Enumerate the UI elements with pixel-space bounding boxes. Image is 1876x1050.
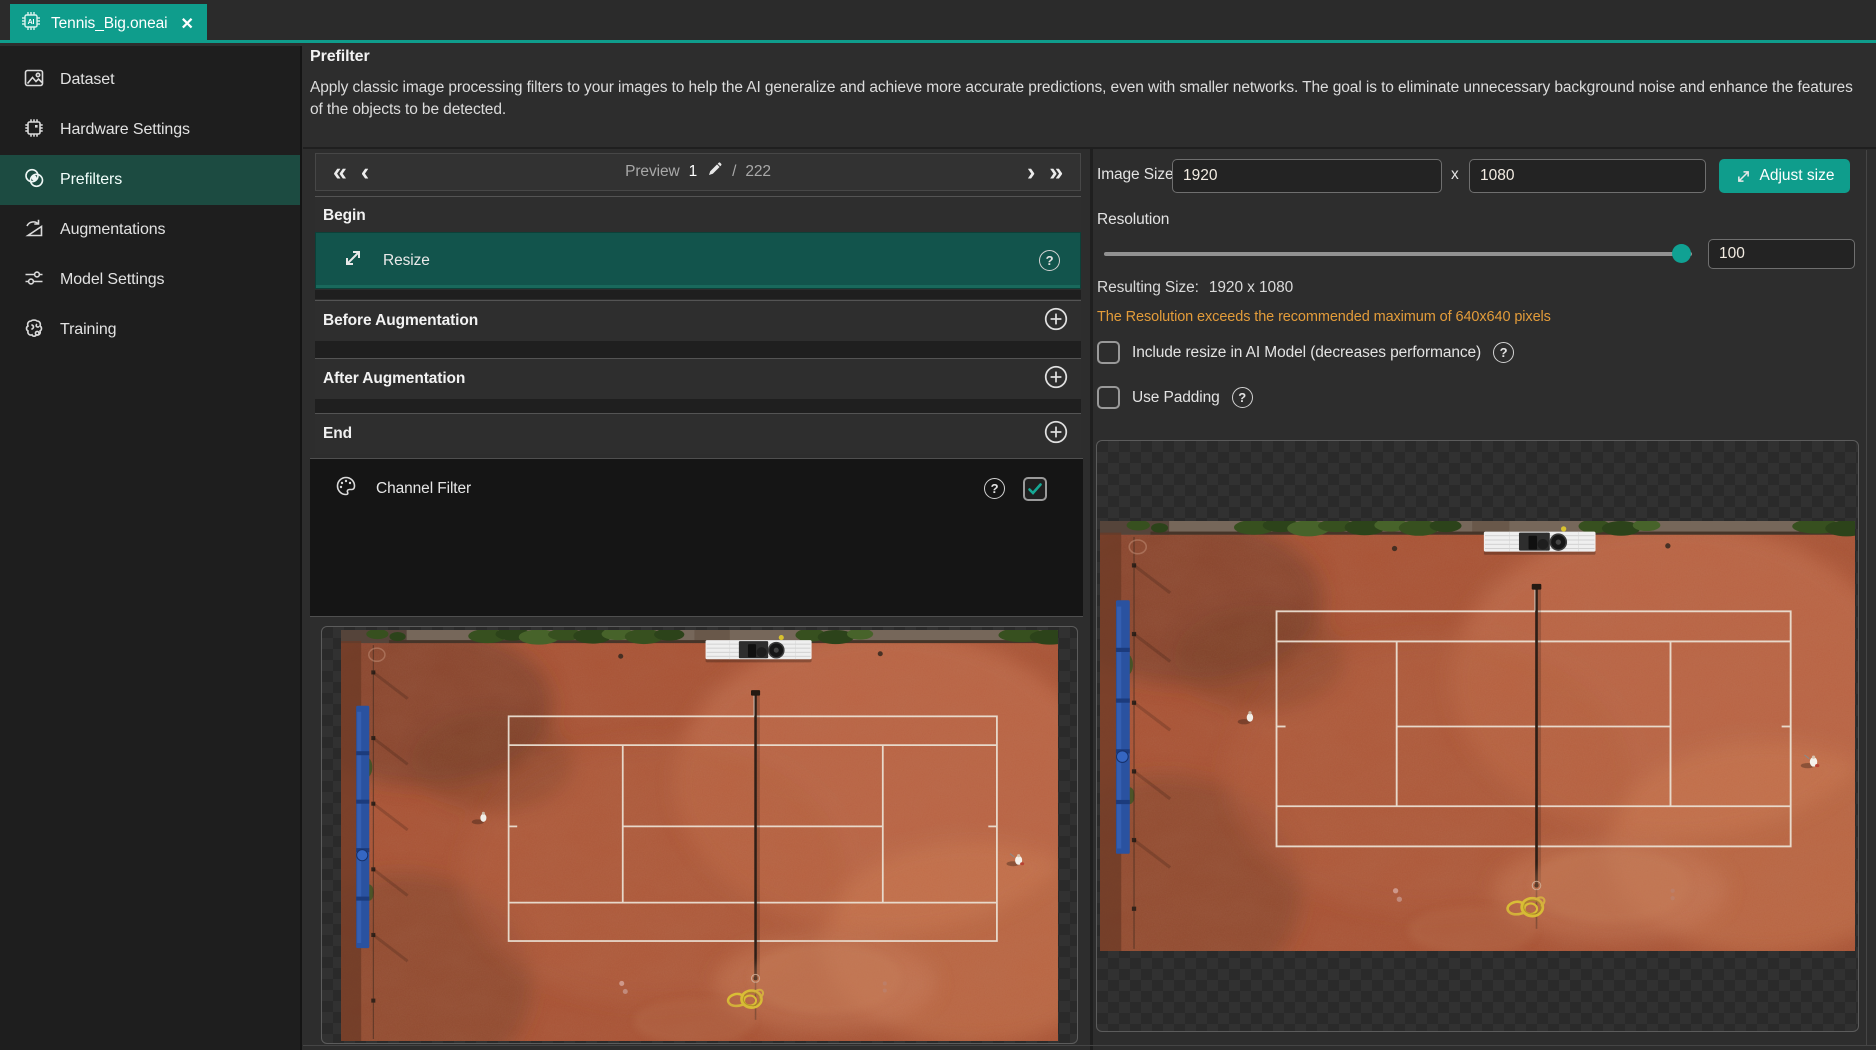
sidebar-item-label: Dataset <box>60 71 114 89</box>
section-before-augmentation[interactable]: Before Augmentation <box>315 300 1081 341</box>
resize-settings-column: Image Size: x Adjust size Resolution Res… <box>1094 149 1866 1050</box>
svg-text:AI: AI <box>28 19 35 26</box>
sidebar-item-model-settings[interactable]: Model Settings <box>0 255 300 305</box>
column-divider <box>1090 149 1093 1050</box>
help-icon[interactable]: ? <box>1039 250 1060 271</box>
prefilter-header: Prefilter Apply classic image processing… <box>310 48 1866 120</box>
current-page-number: 1 <box>689 163 698 181</box>
preview-label: Preview <box>625 163 679 181</box>
palette-icon <box>334 474 358 503</box>
preview-navigation-bar: « ‹ Preview 1 / 222 › » <box>315 153 1081 191</box>
tab-title: Tennis_Big.oneai <box>51 15 167 33</box>
original-image-preview <box>341 630 1058 1041</box>
channel-filter-checkbox[interactable] <box>1023 477 1047 501</box>
next-page-icon[interactable]: › <box>1020 155 1042 189</box>
resize-icon <box>342 247 364 274</box>
include-resize-checkbox[interactable] <box>1097 341 1120 364</box>
sidebar-item-hardware-settings[interactable]: Hardware Settings <box>0 105 300 155</box>
include-resize-row[interactable]: Include resize in AI Model (decreases pe… <box>1097 341 1514 364</box>
help-icon[interactable]: ? <box>1232 387 1253 408</box>
filters-icon <box>23 167 45 194</box>
section-gap <box>315 290 1081 299</box>
sidebar-item-label: Training <box>60 321 116 339</box>
sidebar-item-prefilters[interactable]: Prefilters <box>0 155 300 205</box>
resolution-input[interactable] <box>1708 239 1855 269</box>
sidebar-item-augmentations[interactable]: Augmentations <box>0 205 300 255</box>
times-label: x <box>1451 166 1459 184</box>
section-after-augmentation[interactable]: After Augmentation <box>315 358 1081 399</box>
sidebar: Dataset Hardware Settings Prefilters Aug… <box>0 46 302 1050</box>
augmentation-icon <box>23 217 45 244</box>
section-begin: Begin <box>315 196 1081 234</box>
adjust-size-label: Adjust size <box>1760 167 1835 185</box>
add-step-icon[interactable] <box>1043 364 1069 395</box>
original-image-preview-panel <box>321 626 1078 1044</box>
use-padding-checkbox[interactable] <box>1097 386 1120 409</box>
sliders-icon <box>23 267 45 294</box>
help-icon[interactable]: ? <box>1493 342 1514 363</box>
section-label: Before Augmentation <box>323 312 1043 330</box>
sidebar-item-training[interactable]: Training <box>0 305 300 355</box>
pipeline-step-resize[interactable]: Resize ? <box>315 232 1081 289</box>
resolution-label: Resolution <box>1097 211 1169 229</box>
first-page-icon[interactable]: « <box>326 155 354 189</box>
brain-icon <box>23 317 45 344</box>
right-edge-divider <box>1866 150 1867 1045</box>
section-label: Begin <box>323 207 1069 225</box>
sidebar-item-label: Model Settings <box>60 271 164 289</box>
resolution-slider-track[interactable] <box>1104 252 1692 256</box>
tab-tennis-big[interactable]: AI Tennis_Big.oneai ✕ <box>10 4 207 43</box>
use-padding-label: Use Padding <box>1132 389 1220 407</box>
sidebar-item-dataset[interactable]: Dataset <box>0 55 300 105</box>
add-step-icon[interactable] <box>1043 306 1069 337</box>
width-input[interactable] <box>1172 159 1442 193</box>
resulting-size-label: Resulting Size: <box>1097 279 1199 297</box>
sidebar-item-label: Prefilters <box>60 171 122 189</box>
image-icon <box>23 67 45 94</box>
help-icon[interactable]: ? <box>984 478 1005 499</box>
resized-image-preview-panel <box>1096 440 1859 1032</box>
resize-step-label: Resize <box>383 252 1020 270</box>
channel-filter-label: Channel Filter <box>376 480 966 498</box>
sidebar-item-label: Augmentations <box>60 221 165 239</box>
section-label: After Augmentation <box>323 370 1043 388</box>
total-pages: 222 <box>745 163 771 181</box>
resolution-slider-knob[interactable] <box>1672 244 1691 263</box>
pipeline-step-channel-filter[interactable]: Channel Filter ? <box>310 459 1083 503</box>
section-label: End <box>323 425 1043 443</box>
resolution-warning: The Resolution exceeds the recommended m… <box>1097 309 1551 325</box>
close-icon[interactable]: ✕ <box>180 14 193 34</box>
page-description: Apply classic image processing filters t… <box>310 77 1866 120</box>
last-page-icon[interactable]: » <box>1042 155 1070 189</box>
page-title: Prefilter <box>310 48 1866 66</box>
chip-icon <box>23 117 45 144</box>
sidebar-item-label: Hardware Settings <box>60 121 190 139</box>
adjust-size-button[interactable]: Adjust size <box>1719 159 1850 193</box>
page-separator: / <box>732 163 736 181</box>
end-steps-panel: Channel Filter ? <box>310 458 1083 617</box>
bottom-divider <box>303 1045 1876 1046</box>
tab-bar: AI Tennis_Big.oneai ✕ <box>0 0 1876 43</box>
resulting-size-value: 1920 x 1080 <box>1209 279 1293 297</box>
section-end[interactable]: End <box>315 413 1081 454</box>
height-input[interactable] <box>1469 159 1706 193</box>
image-size-label: Image Size: <box>1097 166 1178 184</box>
include-resize-label: Include resize in AI Model (decreases pe… <box>1132 344 1481 362</box>
section-gap <box>315 399 1081 413</box>
pipeline-column: « ‹ Preview 1 / 222 › » Begin Resize ? B… <box>303 149 1090 1050</box>
edit-page-icon[interactable] <box>706 161 723 183</box>
resized-image-preview <box>1100 521 1855 951</box>
use-padding-row[interactable]: Use Padding ? <box>1097 386 1253 409</box>
previous-page-icon[interactable]: ‹ <box>354 155 376 189</box>
ai-chip-icon: AI <box>20 10 42 37</box>
section-gap <box>315 341 1081 358</box>
add-step-icon[interactable] <box>1043 419 1069 450</box>
